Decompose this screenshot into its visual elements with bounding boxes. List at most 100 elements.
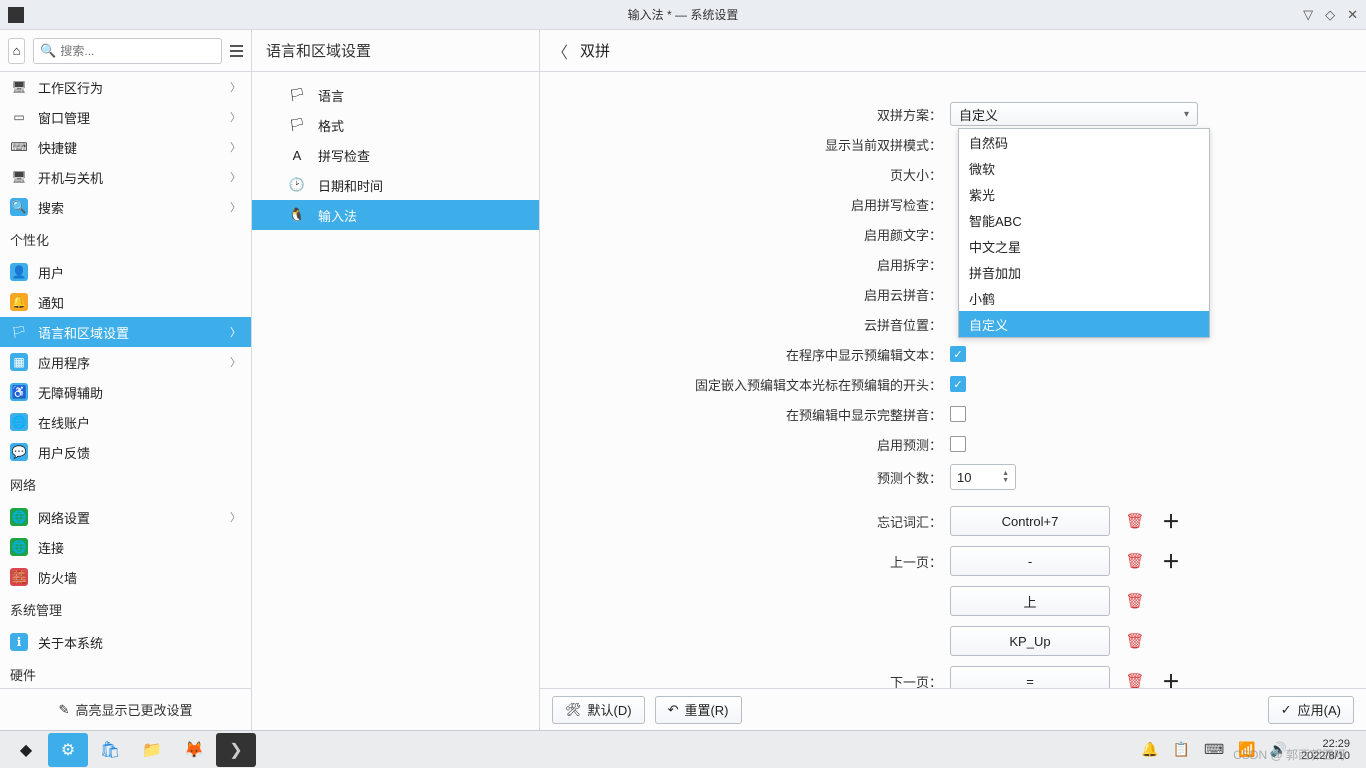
apply-button[interactable]: ✓应用(A) [1268,696,1354,724]
sidebar-item[interactable]: 🔔通知 [0,287,251,317]
sidebar-item-icon: 🏳 [10,323,28,341]
sidebar-item-icon: 🔍 [10,198,28,216]
prevpage-key-1[interactable]: - [950,546,1110,576]
scheme-option[interactable]: 自定义 [959,311,1209,337]
sidebar-item-label: 连接 [38,538,64,557]
subcategory-label: 格式 [318,116,344,135]
sidebar-item-label: 用户 [38,263,64,282]
sidebar-item[interactable]: 🌐在线账户 [0,407,251,437]
trash-icon[interactable]: 🗑 [1124,670,1146,688]
sidebar-item[interactable]: 🖥工作区行为〉 [0,72,251,102]
sidebar-item[interactable]: 🖥开机与关机〉 [0,162,251,192]
sidebar-item[interactable]: ▦应用程序〉 [0,347,251,377]
scheme-option[interactable]: 拼音加加 [959,259,1209,285]
search-input[interactable]: 🔍 [33,38,222,64]
scheme-option[interactable]: 智能ABC [959,207,1209,233]
plus-icon[interactable]: ＋ [1160,670,1182,688]
back-button[interactable]: 〈 [552,39,568,63]
subcategory-panel: 语言和区域设置 🏳语言🏳格式A拼写检查🕑日期和时间🐧输入法 [252,30,540,730]
chevron-down-icon: ▾ [1184,109,1189,120]
undo-icon: ↶ [668,702,679,718]
sidebar-item[interactable]: 🏳 语言和区域设置 〉 [0,317,251,347]
show-full-checkbox[interactable] [950,406,966,422]
chevron-right-icon: 〉 [230,79,241,95]
label-scheme: 双拼方案： [570,105,950,124]
tray-volume-icon[interactable]: 🔊 [1270,741,1287,758]
tray-clock[interactable]: 22:29 2022/8/10 [1301,738,1350,762]
chevron-right-icon: 〉 [230,324,241,340]
sidebar-item[interactable]: ⌨快捷键〉 [0,132,251,162]
menu-icon[interactable] [230,45,243,57]
defaults-button[interactable]: 🛠默认(D) [552,696,645,724]
subcategory-item[interactable]: A拼写检查 [252,140,539,170]
sidebar-item-icon: ♿ [10,383,28,401]
sidebar-item-icon: ▭ [10,108,28,126]
sidebar-item[interactable]: 🔍搜索〉 [0,192,251,222]
subcategory-item[interactable]: 🐧 输入法 [252,200,539,230]
taskbar-app-terminal[interactable]: ❯ [216,733,256,767]
trash-icon[interactable]: 🗑 [1124,590,1146,612]
sidebar-item[interactable]: ♿ 无障碍辅助 [0,377,251,407]
taskbar-app-store[interactable]: 🛍 [90,733,130,767]
scheme-option[interactable]: 微软 [959,155,1209,181]
trash-icon[interactable]: 🗑 [1124,550,1146,572]
window-minimize[interactable]: ▽ [1303,7,1313,23]
cursor-fixed-checkbox[interactable]: ✓ [950,376,966,392]
sidebar-item-icon: 🌐 [10,413,28,431]
scheme-option[interactable]: 中文之星 [959,233,1209,259]
scheme-dropdown[interactable]: 自然码微软紫光智能ABC中文之星拼音加加小鹤自定义 [958,128,1210,338]
sidebar-item-icon: 👤 [10,263,28,281]
sidebar-item-label: 语言和区域设置 [38,323,129,342]
sidebar-item[interactable]: ▭窗口管理〉 [0,102,251,132]
sidebar-item-label: 通知 [38,293,64,312]
tray-keyboard-icon[interactable]: ⌨ [1204,741,1224,758]
sidebar-item-label: 防火墙 [38,568,77,587]
sidebar-item[interactable]: 🌐连接 [0,532,251,562]
nextpage-key-1[interactable]: = [950,666,1110,688]
window-maximize[interactable]: ◇ [1325,7,1335,23]
tray-clipboard-icon[interactable]: 📋 [1173,741,1190,758]
scheme-combobox[interactable]: 自定义 ▾ [950,102,1198,126]
taskbar-app-settings[interactable]: ⚙ [48,733,88,767]
subcategory-item[interactable]: 🏳语言 [252,80,539,110]
window-close[interactable]: ✕ [1347,7,1358,23]
sidebar-item-icon: 🖥 [10,168,28,186]
forget-key-button[interactable]: Control+7 [950,506,1110,536]
preedit-checkbox[interactable]: ✓ [950,346,966,362]
subcategory-icon: 🐧 [288,206,306,224]
prevpage-key-3[interactable]: KP_Up [950,626,1110,656]
sidebar-item[interactable]: 💬用户反馈 [0,437,251,467]
taskbar-app-files[interactable]: 📁 [132,733,172,767]
sidebar-item[interactable]: 👤 用户 [0,257,251,287]
sidebar-item[interactable]: ℹ关于本系统 [0,627,251,657]
home-button[interactable]: ⌂ [8,38,25,64]
predict-count-spinbox[interactable]: 10▲▼ [950,464,1016,490]
tray-wifi-icon[interactable]: 📶 [1238,741,1255,758]
start-menu[interactable]: ◆ [6,733,46,767]
sidebar-item-label: 无障碍辅助 [38,383,103,402]
predict-checkbox[interactable] [950,436,966,452]
subcategory-item[interactable]: 🏳格式 [252,110,539,140]
taskbar-app-firefox[interactable]: 🦊 [174,733,214,767]
search-field[interactable] [60,44,215,58]
plus-icon[interactable]: ＋ [1160,510,1182,532]
highlight-changed-button[interactable]: ✎ 高亮显示已更改设置 [0,688,251,730]
subcategory-item[interactable]: 🕑日期和时间 [252,170,539,200]
scheme-option[interactable]: 紫光 [959,181,1209,207]
subcategory-label: 输入法 [318,206,357,225]
reset-button[interactable]: ↶重置(R) [655,696,742,724]
trash-icon[interactable]: 🗑 [1124,630,1146,652]
plus-icon[interactable]: ＋ [1160,550,1182,572]
window-titlebar: 输入法 * — 系统设置 ▽ ◇ ✕ [0,0,1366,30]
scheme-option[interactable]: 自然码 [959,129,1209,155]
sidebar-item[interactable]: 🧱防火墙 [0,562,251,592]
sidebar-category: 硬件 [0,657,251,688]
trash-icon[interactable]: 🗑 [1124,510,1146,532]
tray-bell-icon[interactable]: 🔔 [1141,741,1158,758]
prevpage-key-2[interactable]: 上 [950,586,1110,616]
sidebar-item-label: 网络设置 [38,508,90,527]
main-panel: 〈 双拼 双拼方案： 自定义 ▾ 自然码微软紫光智能ABC中文之星拼音加加小鹤自… [540,30,1366,730]
window-title: 输入法 * — 系统设置 [628,6,739,23]
sidebar-item[interactable]: 🌐网络设置〉 [0,502,251,532]
scheme-option[interactable]: 小鹤 [959,285,1209,311]
